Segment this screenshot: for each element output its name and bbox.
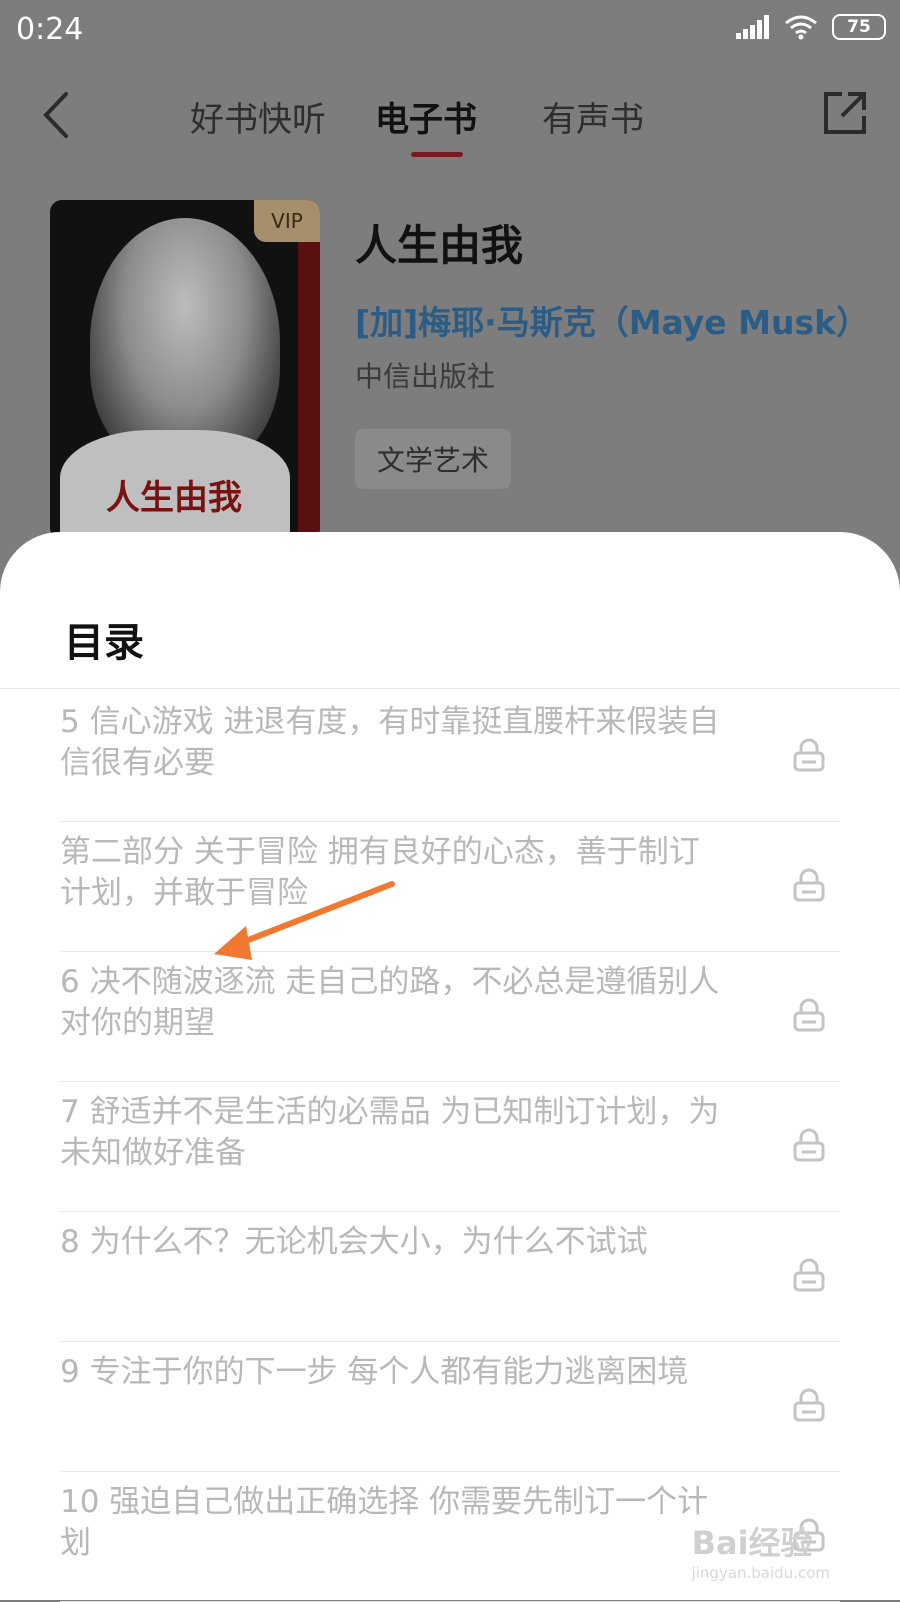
tab-audio-summary[interactable]: 好书快听 bbox=[190, 92, 326, 141]
book-author[interactable]: [加]梅耶·马斯克（Maye Musk） bbox=[355, 299, 869, 347]
toc-list: 5 信心游戏 进退有度，有时靠挺直腰杆来假装自信很有必要 第二部分 关于冒险 拥… bbox=[60, 692, 840, 1602]
status-time: 0:24 bbox=[16, 12, 84, 47]
tab-ebook[interactable]: 电子书 bbox=[375, 92, 477, 141]
book-cover[interactable]: 人生由我 VIP bbox=[50, 200, 320, 540]
lock-icon bbox=[793, 868, 825, 902]
toc-item[interactable]: 第二部分 关于冒险 拥有良好的心态，善于制订计划，并敢于冒险 bbox=[60, 822, 840, 952]
toc-sheet: 目录 5 信心游戏 进退有度，有时靠挺直腰杆来假装自信很有必要 第二部分 关于冒… bbox=[0, 532, 900, 1602]
toc-divider bbox=[0, 688, 900, 689]
book-title: 人生由我 bbox=[355, 221, 524, 270]
vip-badge: VIP bbox=[254, 200, 320, 242]
status-bar: 0:24 75 bbox=[0, 0, 900, 62]
category-tag[interactable]: 文学艺术 bbox=[355, 429, 512, 489]
baidu-watermark: Bai经验 jingyan.baidu.com bbox=[692, 1518, 830, 1582]
battery-indicator: 75 bbox=[832, 14, 886, 40]
cover-spine-strip bbox=[298, 240, 320, 540]
active-tab-indicator bbox=[411, 152, 463, 157]
toc-title: 目录 bbox=[64, 620, 144, 666]
toc-item-text: 8 为什么不？无论机会大小，为什么不试试 bbox=[60, 1224, 648, 1260]
share-icon[interactable] bbox=[822, 90, 868, 136]
book-info: 人生由我 VIP 人生由我 [加]梅耶·马斯克（Maye Musk） 中信出版社… bbox=[50, 200, 869, 540]
book-meta: 人生由我 [加]梅耶·马斯克（Maye Musk） 中信出版社 文学艺术 bbox=[355, 200, 869, 489]
toc-item[interactable]: 6 决不随波逐流 走自己的路，不必总是遵循别人对你的期望 bbox=[60, 952, 840, 1082]
lock-icon bbox=[793, 1258, 825, 1292]
book-publisher: 中信出版社 bbox=[355, 360, 496, 393]
toc-item-text: 7 舒适并不是生活的必需品 为已知制订计划，为未知做好准备 bbox=[60, 1094, 720, 1171]
top-nav: 好书快听 电子书 有声书 bbox=[0, 62, 900, 172]
toc-item[interactable]: 7 舒适并不是生活的必需品 为已知制订计划，为未知做好准备 bbox=[60, 1082, 840, 1212]
toc-item[interactable]: 5 信心游戏 进退有度，有时靠挺直腰杆来假装自信很有必要 bbox=[60, 692, 840, 822]
toc-item[interactable]: 8 为什么不？无论机会大小，为什么不试试 bbox=[60, 1212, 840, 1342]
cover-title: 人生由我 bbox=[106, 478, 242, 518]
watermark-url: jingyan.baidu.com bbox=[691, 1564, 830, 1582]
toc-item-text: 6 决不随波逐流 走自己的路，不必总是遵循别人对你的期望 bbox=[60, 964, 720, 1041]
toc-item-text: 5 信心游戏 进退有度，有时靠挺直腰杆来假装自信很有必要 bbox=[60, 704, 720, 781]
wifi-icon bbox=[785, 15, 817, 40]
tab-bar: 好书快听 电子书 有声书 bbox=[0, 92, 900, 152]
tab-audiobook[interactable]: 有声书 bbox=[542, 92, 644, 141]
toc-item-text: 第二部分 关于冒险 拥有良好的心态，善于制订计划，并敢于冒险 bbox=[60, 834, 700, 911]
watermark-brand: Bai经验 bbox=[691, 1524, 813, 1562]
lock-icon bbox=[793, 1388, 825, 1422]
lock-icon bbox=[793, 998, 825, 1032]
signal-icon bbox=[736, 15, 769, 39]
toc-item-text: 9 专注于你的下一步 每个人都有能力逃离困境 bbox=[60, 1354, 689, 1390]
toc-item[interactable]: 9 专注于你的下一步 每个人都有能力逃离困境 bbox=[60, 1342, 840, 1472]
lock-icon bbox=[793, 738, 825, 772]
lock-icon bbox=[793, 1128, 825, 1162]
toc-item-text: 10 强迫自己做出正确选择 你需要先制订一个计划 bbox=[60, 1484, 709, 1561]
